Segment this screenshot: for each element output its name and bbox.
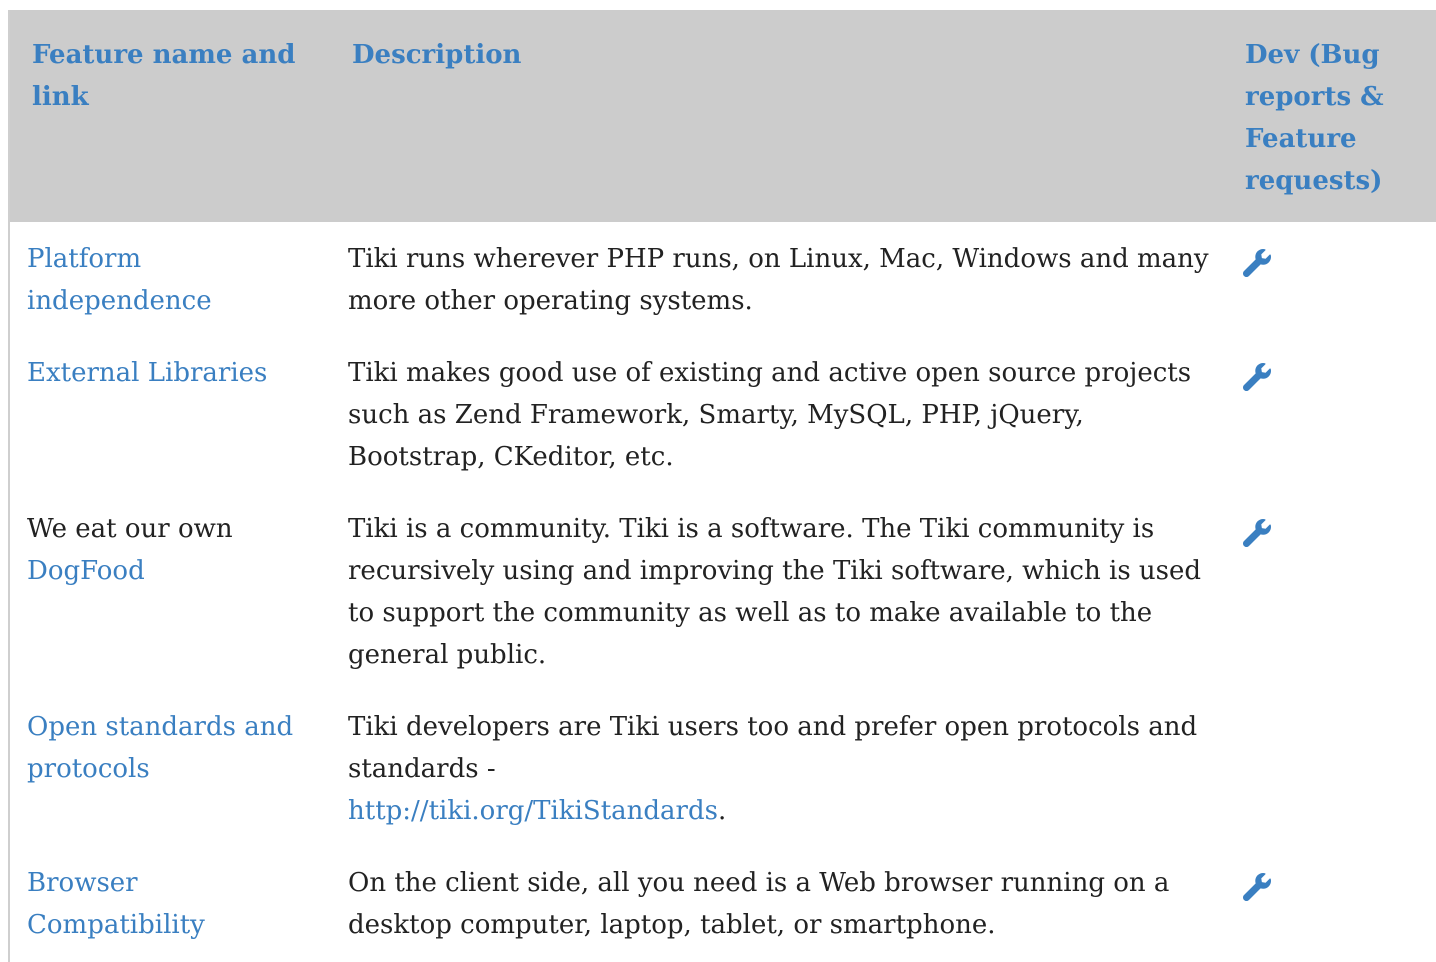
description-cell: Tiki is a community. Tiki is a software.… — [328, 492, 1233, 690]
description-text: Tiki is a community. Tiki is a software.… — [348, 514, 1202, 670]
description-text: Tiki makes good use of existing and acti… — [348, 358, 1192, 472]
description-text: Tiki runs wherever PHP runs, on Linux, M… — [348, 244, 1209, 316]
description-link[interactable]: http://tiki.org/TikiStandards — [348, 796, 718, 826]
description-cell: On the client side, all you need is a We… — [328, 846, 1233, 960]
feature-prefix: We eat our own — [27, 514, 233, 544]
table-row: Open standards and protocols Tiki develop… — [10, 690, 1436, 846]
description-text: On the client side, all you need is a We… — [348, 868, 1170, 940]
feature-link[interactable]: Browser Compatibility — [27, 868, 205, 940]
feature-link[interactable]: Open standards and protocols — [27, 712, 293, 784]
wrench-icon[interactable] — [1242, 518, 1271, 548]
dev-cell — [1233, 222, 1436, 336]
dev-cell — [1233, 336, 1436, 492]
table-row: Platform independence Tiki runs wherever … — [10, 222, 1436, 336]
description-suffix: . — [717, 796, 727, 826]
wrench-icon[interactable] — [1242, 872, 1271, 902]
dev-cell — [1233, 690, 1436, 846]
feature-cell: We eat our own DogFood — [10, 492, 328, 690]
feature-link[interactable]: Platform independence — [27, 244, 212, 316]
page: Feature name and link Description Dev (B… — [0, 0, 1436, 962]
table-row: External Libraries Tiki makes good use of… — [10, 336, 1436, 492]
features-table: Feature name and link Description Dev (B… — [10, 10, 1436, 960]
feature-cell: Platform independence — [10, 222, 328, 336]
table-row: We eat our own DogFood Tiki is a communit… — [10, 492, 1436, 690]
header-description: Description — [352, 40, 522, 70]
header-feature-name: Feature name and link — [32, 40, 296, 112]
feature-cell: Browser Compatibility — [10, 846, 328, 960]
wrench-icon[interactable] — [1242, 248, 1271, 278]
feature-cell: Open standards and protocols — [10, 690, 328, 846]
description-cell: Tiki makes good use of existing and acti… — [328, 336, 1233, 492]
dev-cell — [1233, 492, 1436, 690]
description-cell: Tiki runs wherever PHP runs, on Linux, M… — [328, 222, 1233, 336]
table-header-row: Feature name and link Description Dev (B… — [10, 10, 1436, 222]
feature-cell: External Libraries — [10, 336, 328, 492]
header-dev: Dev (Bug reports & Feature requests) — [1245, 40, 1384, 196]
description-cell: Tiki developers are Tiki users too and p… — [328, 690, 1233, 846]
table-row: Browser Compatibility On the client side,… — [10, 846, 1436, 960]
description-text: Tiki developers are Tiki users too and p… — [348, 712, 1198, 784]
wrench-icon[interactable] — [1242, 362, 1271, 392]
dev-cell — [1233, 846, 1436, 960]
feature-link[interactable]: External Libraries — [27, 358, 267, 388]
feature-link[interactable]: DogFood — [27, 556, 145, 586]
